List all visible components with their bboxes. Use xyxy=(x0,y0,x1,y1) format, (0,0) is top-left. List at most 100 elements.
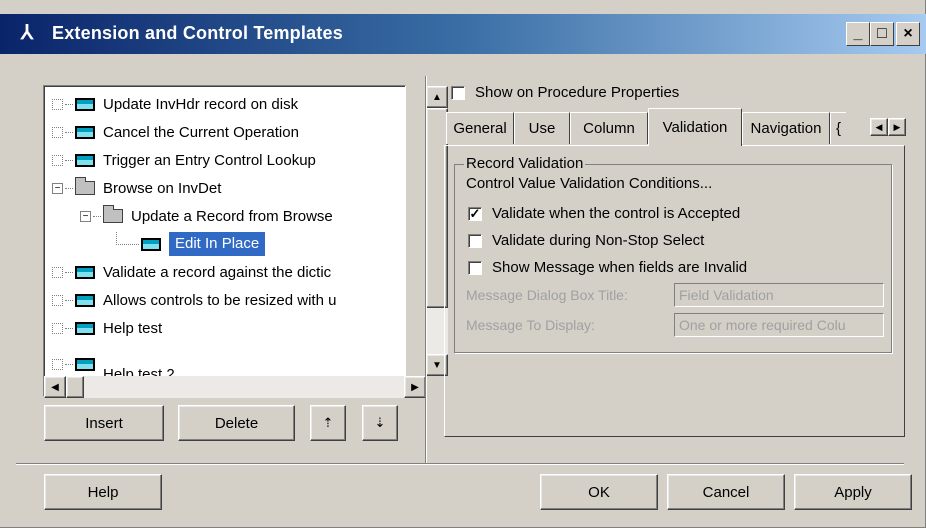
scroll-right-button[interactable]: ▶ xyxy=(404,376,426,398)
tree-item-label: Update a Record from Browse xyxy=(131,207,333,225)
message-field[interactable]: One or more required Colu xyxy=(674,313,884,337)
maximize-icon: □ xyxy=(877,25,887,42)
tree-line xyxy=(65,363,73,365)
tree-connector xyxy=(52,154,63,166)
app-icon: ⅄ xyxy=(20,22,34,44)
vertical-divider xyxy=(425,76,427,464)
tab-label: Validation xyxy=(662,119,728,136)
horizontal-scrollbar[interactable]: ◀ ▶ xyxy=(44,376,426,398)
scroll-left-button[interactable]: ◀ xyxy=(44,376,66,398)
tab-label: Navigation xyxy=(750,120,822,137)
control-template-icon xyxy=(141,237,161,251)
close-icon: × xyxy=(903,25,913,42)
dialog-title-field[interactable]: Field Validation xyxy=(674,283,884,307)
window-title: Extension and Control Templates xyxy=(52,23,343,43)
checkbox-box xyxy=(468,233,482,248)
tree-line xyxy=(116,231,139,245)
tree-item[interactable]: − Update a Record from Browse xyxy=(80,203,333,229)
help-button[interactable]: Help xyxy=(44,474,162,510)
tree-item-label: Update InvHdr record on disk xyxy=(103,95,299,113)
group-title: Record Validation xyxy=(464,155,586,172)
message-label: Message To Display: xyxy=(466,317,595,333)
delete-button[interactable]: Delete xyxy=(178,405,295,441)
minimize-button[interactable]: _ xyxy=(846,22,870,46)
move-up-button[interactable]: ⇡ xyxy=(310,405,346,441)
control-template-icon xyxy=(75,153,95,167)
arrow-up-icon: ▲ xyxy=(432,91,442,103)
tree-item[interactable]: Cancel the Current Operation xyxy=(52,119,299,145)
tree-line xyxy=(65,131,73,133)
ok-button[interactable]: OK xyxy=(540,474,658,510)
checkbox-label: Validate during Non-Stop Select xyxy=(492,232,705,249)
tree-item-selected[interactable]: Edit In Place xyxy=(116,231,267,257)
tab-label: Column xyxy=(583,120,635,137)
show-message-checkbox[interactable]: Show Message when fields are Invalid xyxy=(468,259,747,276)
checkbox-label: Show Message when fields are Invalid xyxy=(492,259,748,276)
ok-label: OK xyxy=(588,483,610,501)
tree-connector xyxy=(52,266,63,278)
close-button[interactable]: × xyxy=(896,22,920,46)
tree-item[interactable]: Help test xyxy=(52,315,162,341)
tree-item[interactable]: Allows controls to be resized with u xyxy=(52,287,336,313)
move-down-button[interactable]: ⇣ xyxy=(362,405,398,441)
maximize-button[interactable]: □ xyxy=(870,22,894,46)
tab-label: { xyxy=(835,120,841,137)
arrow-left-icon: ◀ xyxy=(51,381,59,393)
control-template-icon xyxy=(75,265,95,279)
collapse-icon[interactable]: − xyxy=(52,182,63,194)
checkbox-box xyxy=(451,85,465,100)
tab-label: Use xyxy=(528,120,556,137)
tree-item[interactable]: Trigger an Entry Control Lookup xyxy=(52,147,316,173)
show-on-procedure-checkbox[interactable]: Show on Procedure Properties xyxy=(451,84,679,101)
show-on-procedure-label: Show on Procedure Properties xyxy=(475,84,680,101)
tree-item[interactable]: Help test 2 xyxy=(52,343,175,376)
tree-connector xyxy=(52,126,63,138)
checkbox-label: Validate when the control is Accepted xyxy=(492,205,741,222)
title-bar[interactable]: ⅄ Extension and Control Templates _ □ × xyxy=(0,14,926,54)
template-tree[interactable]: Update InvHdr record on disk Cancel the … xyxy=(43,85,448,398)
tab-scroll-left-button[interactable]: ◀ xyxy=(870,118,888,136)
tab-use[interactable]: Use xyxy=(514,112,570,144)
arrow-right-icon: ▶ xyxy=(411,381,419,393)
cancel-label: Cancel xyxy=(702,483,750,501)
apply-button[interactable]: Apply xyxy=(794,474,912,510)
checkbox-box: ✓ xyxy=(468,205,482,221)
tab-scroll-right-button[interactable]: ▶ xyxy=(888,118,906,136)
tab-general[interactable]: General xyxy=(446,112,514,144)
checkbox-box xyxy=(468,260,482,275)
minimize-icon: _ xyxy=(853,25,863,42)
validate-nonstop-checkbox[interactable]: Validate during Non-Stop Select xyxy=(468,232,704,249)
tree-item-label: Browse on InvDet xyxy=(103,179,222,197)
cancel-button[interactable]: Cancel xyxy=(667,474,785,510)
folder-icon xyxy=(75,177,95,195)
horizontal-scroll-thumb[interactable] xyxy=(66,376,84,398)
horizontal-divider xyxy=(16,463,904,465)
tree-item[interactable]: − Browse on InvDet xyxy=(52,175,221,201)
control-template-icon xyxy=(75,321,95,335)
arrow-right-icon: ▶ xyxy=(893,122,901,132)
tree-line xyxy=(65,327,73,329)
apply-label: Apply xyxy=(834,483,872,501)
insert-label: Insert xyxy=(85,414,123,432)
tab-overflow[interactable]: { xyxy=(830,112,846,144)
tree-line xyxy=(65,103,73,105)
tree-item[interactable]: Validate a record against the dictic xyxy=(52,259,331,285)
dialog-title-label: Message Dialog Box Title: xyxy=(466,287,628,303)
tree-item-label: Help test xyxy=(103,319,163,337)
scroll-up-button[interactable]: ▲ xyxy=(426,86,448,108)
tree-item-label: Cancel the Current Operation xyxy=(103,123,299,141)
arrow-down-icon: ▼ xyxy=(432,359,442,371)
tab-navigation[interactable]: Navigation xyxy=(742,112,830,144)
tab-column[interactable]: Column xyxy=(570,112,648,144)
validate-accepted-checkbox[interactable]: ✓ Validate when the control is Accepted xyxy=(468,205,740,222)
tree-connector xyxy=(52,294,63,306)
insert-button[interactable]: Insert xyxy=(44,405,164,441)
dialog-window: ⅄ Extension and Control Templates _ □ × … xyxy=(0,0,926,528)
tab-validation[interactable]: Validation xyxy=(648,108,742,146)
collapse-icon[interactable]: − xyxy=(80,210,91,222)
tree-connector xyxy=(52,98,63,110)
control-template-icon xyxy=(75,293,95,307)
tree-item[interactable]: Update InvHdr record on disk xyxy=(52,91,298,117)
help-label: Help xyxy=(87,483,119,501)
tree-line xyxy=(93,215,101,217)
